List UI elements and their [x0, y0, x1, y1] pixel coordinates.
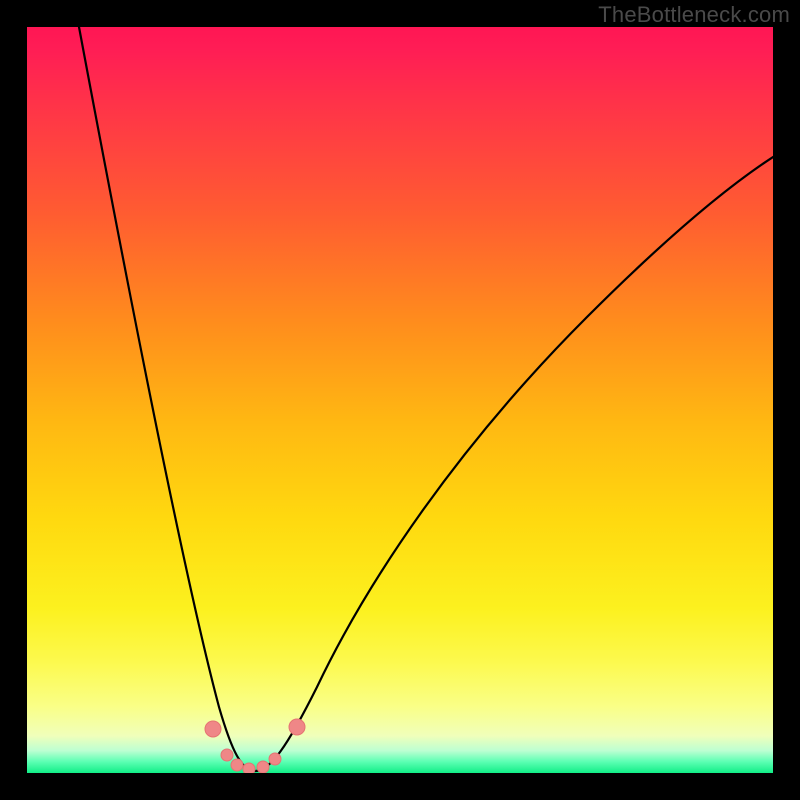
curve-markers [205, 719, 305, 773]
curve-marker-point [231, 759, 243, 771]
curve-marker-point [289, 719, 305, 735]
curve-marker-point [243, 763, 255, 773]
curve-marker-point [205, 721, 221, 737]
watermark-text: TheBottleneck.com [598, 2, 790, 28]
bottleneck-curve [79, 27, 773, 771]
chart-svg-layer [27, 27, 773, 773]
chart-plot-area [27, 27, 773, 773]
curve-marker-point [257, 761, 269, 773]
curve-marker-point [269, 753, 281, 765]
curve-marker-point [221, 749, 233, 761]
